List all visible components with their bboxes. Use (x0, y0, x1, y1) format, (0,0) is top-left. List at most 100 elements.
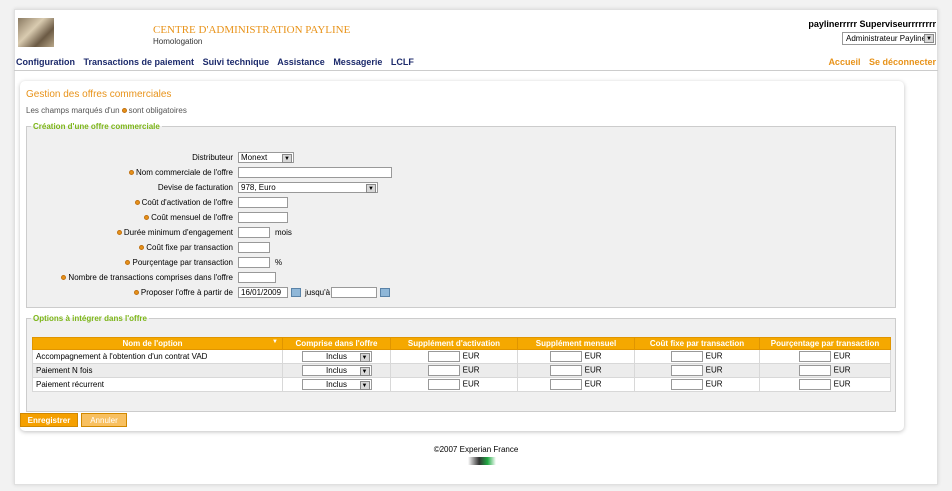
app-subtitle: Homologation (153, 37, 203, 46)
monthly-cell: EUR (517, 377, 635, 392)
percentage-input[interactable] (799, 379, 832, 390)
duration-label: Durée minimum d'engagement (115, 228, 233, 237)
currency-unit: EUR (462, 365, 480, 375)
chevron-down-icon[interactable]: ▼ (282, 154, 292, 163)
content-panel: Gestion des offres commerciales Les cham… (20, 81, 904, 431)
logo (18, 18, 54, 47)
option-name: Paiement récurrent (32, 377, 283, 392)
column-header: Pourçentage par transaction (759, 337, 891, 350)
duration-input[interactable] (238, 227, 270, 238)
included-select[interactable]: Inclus ▼ (301, 365, 372, 376)
role-select[interactable]: Administrateur Payline ▼ (842, 32, 936, 45)
activation-cost-label-text: Coût d'activation de l'offre (141, 198, 233, 207)
calendar-icon[interactable] (380, 288, 390, 297)
chevron-down-icon[interactable]: ▼ (359, 367, 370, 376)
currency-unit: EUR (584, 379, 602, 389)
nav-configuration[interactable]: Configuration (16, 57, 75, 67)
fixed-cost-input[interactable] (671, 365, 704, 376)
percentage-label-text: Pourçentage par transaction (132, 258, 233, 267)
option-name: Accompagnement à l'obtention d'un contra… (32, 349, 283, 364)
percentage-input[interactable] (238, 257, 270, 268)
sort-icon[interactable]: ▼ (272, 339, 278, 345)
included-select[interactable]: Inclus ▼ (301, 379, 372, 390)
offer-name-label: Nom commerciale de l'offre (127, 168, 233, 177)
cancel-button[interactable]: Annuler (81, 413, 127, 427)
fixed-cell: EUR (634, 349, 760, 364)
required-icon (129, 170, 135, 176)
monthly-supplement-input[interactable] (550, 379, 583, 390)
transaction-count-input[interactable] (238, 272, 276, 283)
included-cell: Inclus ▼ (282, 377, 391, 392)
until-label: jusqu'à (305, 288, 331, 297)
nav-messagerie[interactable]: Messagerie (333, 57, 382, 67)
monthly-cell: EUR (517, 349, 635, 364)
chevron-down-icon[interactable]: ▼ (359, 353, 370, 362)
save-button[interactable]: Enregistrer (20, 413, 78, 427)
calendar-icon[interactable] (291, 288, 301, 297)
currency-unit: EUR (584, 351, 602, 361)
nav-lclf[interactable]: LCLF (391, 57, 414, 67)
percentage-cell: EUR (759, 377, 891, 392)
currency-unit: EUR (833, 379, 851, 389)
distributor-select[interactable]: Monext ▼ (238, 152, 294, 163)
fixed-cost-label: Coût fixe par transaction (137, 243, 233, 252)
activation-cost-input[interactable] (238, 197, 288, 208)
chevron-down-icon[interactable]: ▼ (366, 184, 376, 193)
currency-unit: EUR (462, 351, 480, 361)
included-cell: Inclus ▼ (282, 363, 391, 378)
fixed-cost-label-text: Coût fixe par transaction (146, 243, 233, 252)
option-name: Paiement N fois (32, 363, 283, 378)
options-section: Options à intégrer dans l'offre Nom de l… (26, 314, 896, 412)
chevron-down-icon[interactable]: ▼ (359, 381, 370, 390)
fixed-cell: EUR (634, 377, 760, 392)
fixed-cost-input[interactable] (238, 242, 270, 253)
monthly-supplement-input[interactable] (550, 351, 583, 362)
currency-unit: EUR (833, 351, 851, 361)
options-table: Nom de l'option ▼ Comprise dans l'offre … (32, 337, 891, 392)
activation-cost-label: Coût d'activation de l'offre (133, 198, 233, 207)
nav-assistance[interactable]: Assistance (277, 57, 325, 67)
included-value: Inclus (326, 380, 347, 389)
monthly-cost-input[interactable] (238, 212, 288, 223)
column-header: Supplément mensuel (517, 337, 635, 350)
start-date-input[interactable]: 16/01/2009 (238, 287, 288, 298)
required-icon (116, 230, 122, 236)
activation-cell: EUR (390, 363, 518, 378)
percentage-cell: EUR (759, 363, 891, 378)
required-icon (139, 245, 145, 251)
activation-supplement-input[interactable] (428, 365, 461, 376)
activation-supplement-input[interactable] (428, 351, 461, 362)
table-row: Paiement N fois Inclus ▼ EUR EUR EUR EUR (32, 363, 891, 378)
role-value: Administrateur Payline (846, 34, 927, 43)
nav-accueil[interactable]: Accueil (828, 57, 860, 67)
column-header[interactable]: Nom de l'option ▼ (32, 337, 283, 350)
user-nav: Accueil Se déconnecter (822, 57, 936, 67)
user-name: paylinerrrrr Superviseurrrrrrrr (808, 19, 936, 29)
monthly-cell: EUR (517, 363, 635, 378)
monthly-supplement-input[interactable] (550, 365, 583, 376)
monthly-cost-label: Coût mensuel de l'offre (142, 213, 233, 222)
required-note: Les champs marqués d'un sont obligatoires (26, 106, 187, 115)
percentage-input[interactable] (799, 365, 832, 376)
column-header: Comprise dans l'offre (282, 337, 391, 350)
offer-form: Création d'une offre commerciale Distrib… (26, 122, 896, 308)
percentage-unit: % (275, 258, 283, 267)
percentage-input[interactable] (799, 351, 832, 362)
offer-name-input[interactable] (238, 167, 392, 178)
nav-suivi-technique[interactable]: Suivi technique (203, 57, 270, 67)
percentage-cell: EUR (759, 349, 891, 364)
nav-transactions[interactable]: Transactions de paiement (84, 57, 195, 67)
currency-unit: EUR (462, 379, 480, 389)
fixed-cell: EUR (634, 363, 760, 378)
included-select[interactable]: Inclus ▼ (301, 351, 372, 362)
end-date-input[interactable] (331, 287, 377, 298)
nav-logout[interactable]: Se déconnecter (869, 57, 936, 67)
fixed-cost-input[interactable] (671, 351, 704, 362)
required-icon (133, 290, 139, 296)
currency-unit: EUR (705, 351, 723, 361)
start-date-value: 16/01/2009 (241, 288, 282, 297)
fixed-cost-input[interactable] (671, 379, 704, 390)
chevron-down-icon[interactable]: ▼ (924, 34, 934, 43)
currency-select[interactable]: 978, Euro ▼ (238, 182, 378, 193)
activation-supplement-input[interactable] (428, 379, 461, 390)
